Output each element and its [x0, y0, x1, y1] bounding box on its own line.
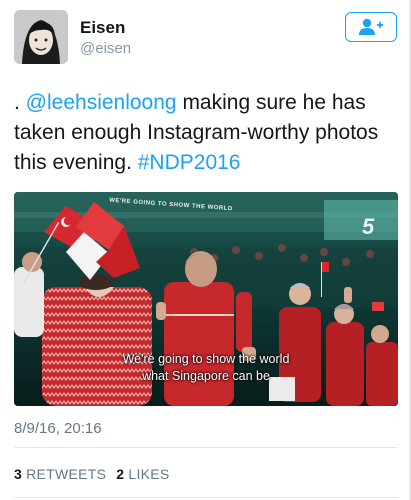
likes-count: 2 — [116, 466, 125, 482]
channel-logo: 5 — [362, 214, 375, 239]
video-subtitle-line-1: We're going to show the world — [122, 352, 290, 366]
author-handle[interactable]: @eisen — [80, 40, 131, 57]
divider-bottom — [14, 497, 398, 498]
add-user-icon — [359, 18, 383, 35]
tweet-prefix: . — [14, 91, 26, 114]
retweets-label: RETWEETS — [26, 466, 107, 482]
retweets-count: 3 — [14, 466, 23, 482]
avatar[interactable] — [14, 10, 68, 64]
tweet-stats: 3 RETWEETS 2 LIKES — [14, 466, 170, 482]
tweet-text: . @leehsienloong making sure he has take… — [14, 88, 406, 178]
retweets-stat[interactable]: 3 RETWEETS — [14, 466, 106, 482]
avatar-photo — [14, 10, 68, 64]
follow-button[interactable] — [345, 12, 397, 42]
likes-stat[interactable]: 2 LIKES — [116, 466, 169, 482]
tweet-timestamp: 8/9/16, 20:16 — [14, 420, 102, 437]
likes-label: LIKES — [128, 466, 170, 482]
tweet-media[interactable]: WE'RE GOING TO SHOW THE WORLD 5 We're go… — [14, 192, 398, 406]
hashtag-link[interactable]: #NDP2016 — [138, 151, 241, 174]
divider-top — [14, 447, 398, 448]
video-subtitle-line-2: what Singapore can be — [142, 369, 270, 383]
mention-link[interactable]: @leehsienloong — [26, 91, 177, 114]
author-name[interactable]: Eisen — [80, 18, 125, 38]
tweet-header: Eisen @eisen — [0, 0, 411, 70]
